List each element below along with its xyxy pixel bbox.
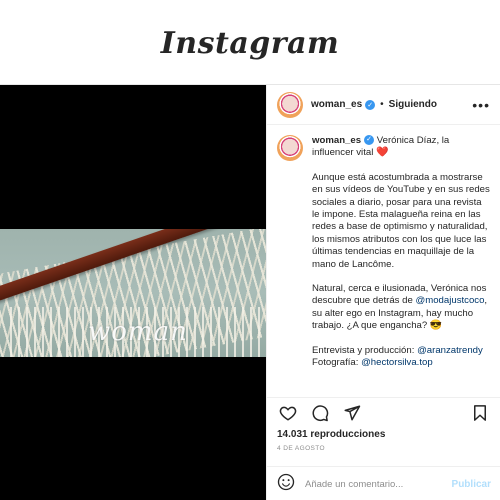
caption-verified-badge-icon: ✓ <box>364 135 375 146</box>
smiley-icon[interactable] <box>277 473 295 496</box>
mention-link-modajustcoco[interactable]: @modajustcoco <box>415 295 484 306</box>
video-watermark: woman <box>88 317 188 347</box>
caption-paragraph-1: Aunque está acostumbrada a mostrarse en … <box>312 171 490 270</box>
separator-dot: • <box>380 99 384 110</box>
mention-link-hectorsilva[interactable]: @hectorsilva.top <box>361 357 433 368</box>
post-header: woman_es ✓ • Siguiendo ••• <box>267 85 500 125</box>
comment-bar: Publicar <box>267 466 500 500</box>
caption-avatar[interactable] <box>277 135 303 161</box>
credits-photo-label: Fotografía: <box>312 357 362 369</box>
view-count[interactable]: 14.031 reproducciones <box>277 429 385 440</box>
bookmark-icon[interactable] <box>469 402 491 424</box>
post-sidebar: woman_es ✓ • Siguiendo ••• woman_es ✓ Ver… <box>266 85 500 500</box>
instagram-logo: Instagram <box>160 26 340 61</box>
avatar[interactable] <box>277 91 303 118</box>
publish-comment-button[interactable]: Publicar <box>452 479 491 490</box>
follow-status-button[interactable]: Siguiendo <box>389 99 437 110</box>
more-options-icon[interactable]: ••• <box>472 98 490 112</box>
caption-text: woman_es ✓ Verónica Díaz, la influencer v… <box>312 135 491 382</box>
heart-icon[interactable] <box>277 402 299 424</box>
comment-input[interactable] <box>305 478 452 490</box>
author-username[interactable]: woman_es <box>311 99 362 110</box>
share-icon[interactable] <box>341 402 363 424</box>
post-card: woman woman_es ✓ • Siguiendo ••• woman_e… <box>0 84 500 500</box>
action-bar <box>267 397 500 427</box>
verified-badge-icon: ✓ <box>365 99 376 110</box>
sunglasses-emoji-icon: 😎 <box>429 320 443 332</box>
mention-link-aranzatrendy[interactable]: @aranzatrendy <box>417 345 483 356</box>
comment-icon[interactable] <box>309 402 331 424</box>
heart-emoji-icon: ❤️ <box>376 147 389 159</box>
caption-username[interactable]: woman_es <box>312 135 361 146</box>
post-media[interactable]: woman <box>0 85 266 500</box>
credits-interview-label: Entrevista y producción: <box>312 344 418 356</box>
post-date[interactable]: 4 DE AGOSTO <box>277 445 325 452</box>
caption-section: woman_es ✓ Verónica Díaz, la influencer v… <box>267 125 500 397</box>
